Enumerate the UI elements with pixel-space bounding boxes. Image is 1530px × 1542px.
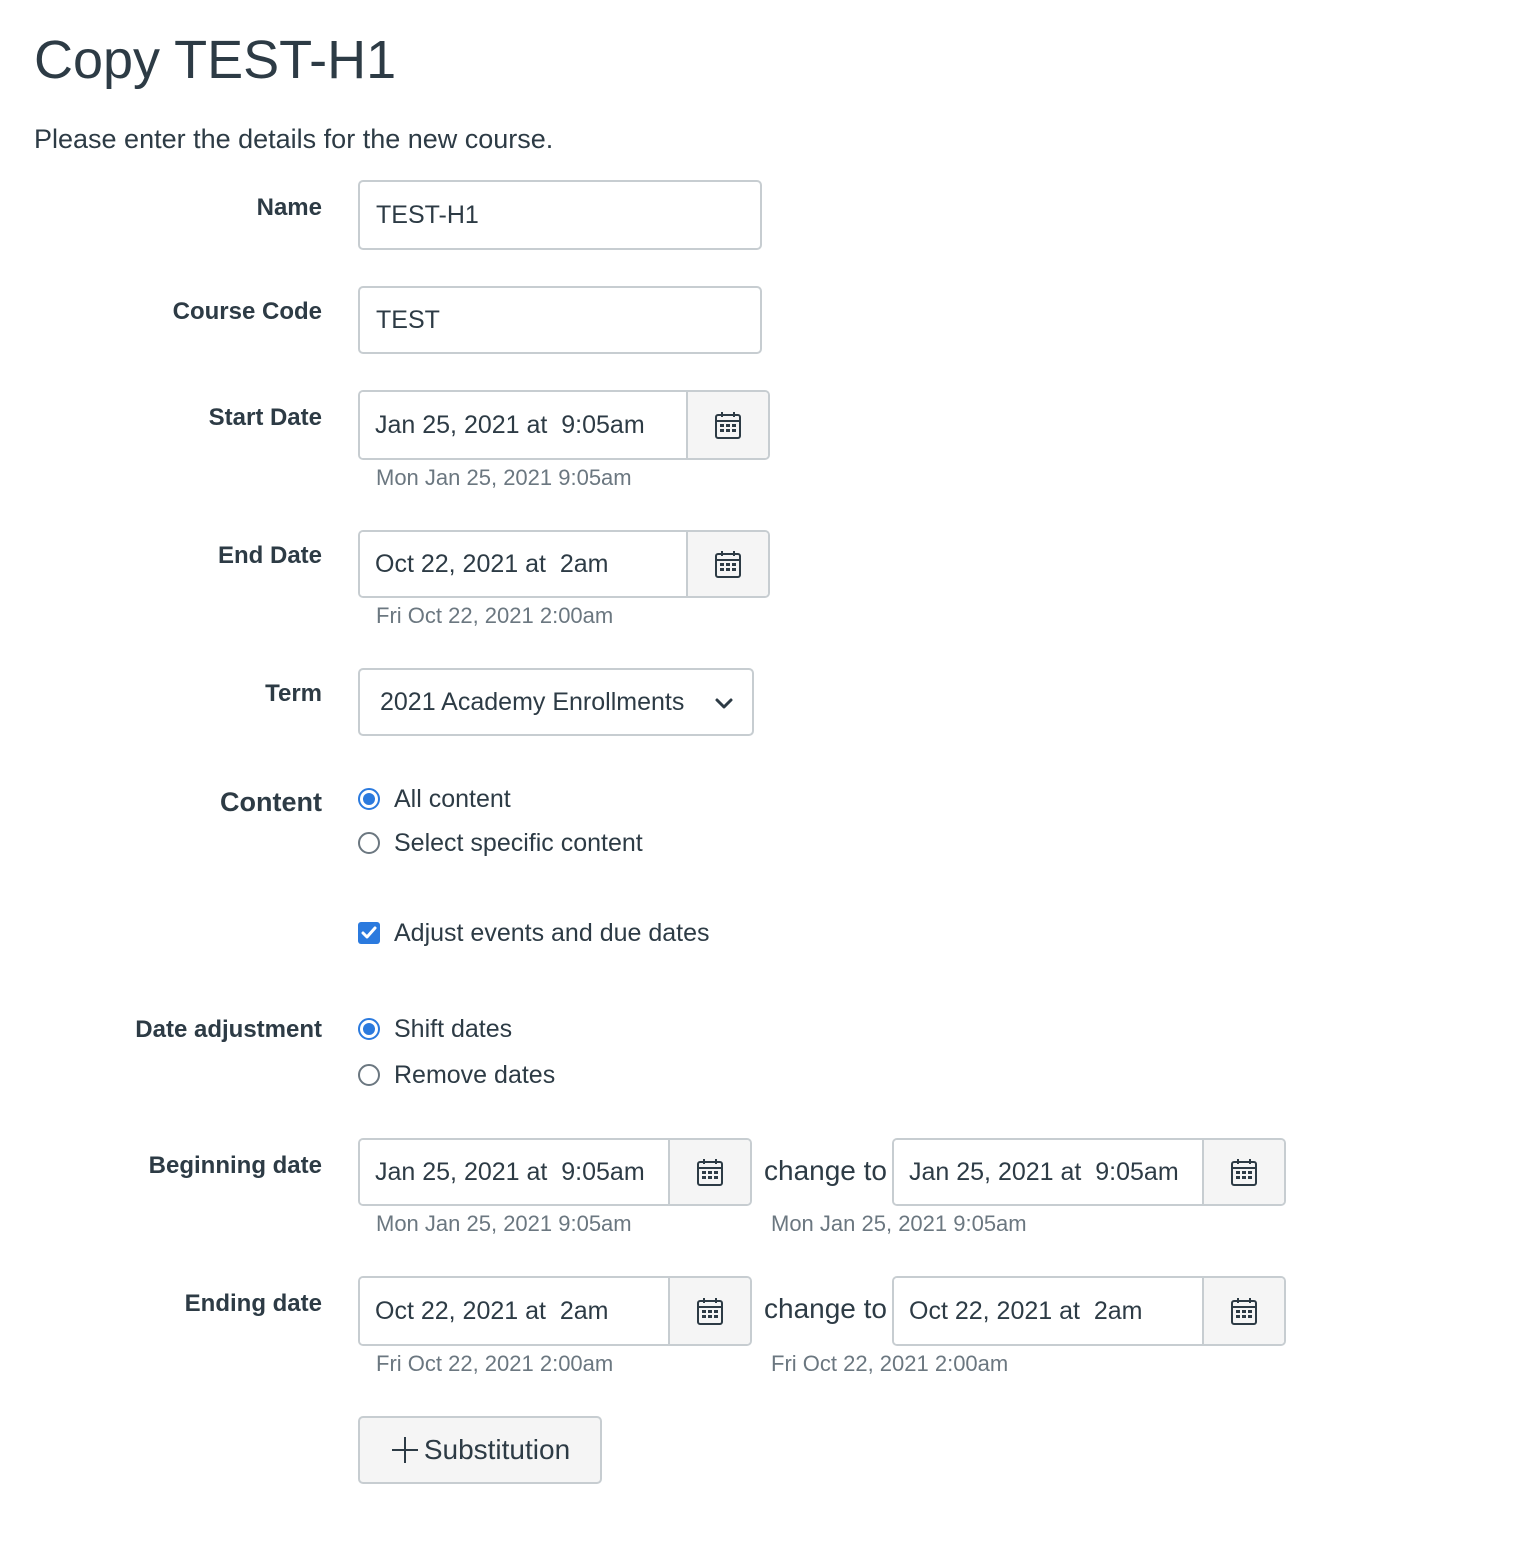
content-option-specific[interactable]: Select specific content [358, 826, 643, 860]
radio-checked[interactable] [358, 788, 380, 810]
start-date-hint: Mon Jan 25, 2021 9:05am [376, 465, 632, 490]
beginning-date-to-picker [892, 1138, 1286, 1206]
beginning-date-to-calendar-button[interactable] [1202, 1140, 1284, 1204]
date-adjustment-option-shift[interactable]: Shift dates [358, 1012, 512, 1046]
term-label: Term [265, 680, 322, 707]
content-option-specific-label: Select specific content [394, 828, 643, 857]
checkmark-icon [361, 926, 377, 939]
ending-date-from-picker [358, 1276, 752, 1346]
start-date-input[interactable] [360, 392, 686, 458]
page-intro: Please enter the details for the new cou… [34, 124, 554, 154]
name-input[interactable] [358, 180, 762, 250]
beginning-change-to-label: change to [764, 1155, 887, 1186]
calendar-icon [715, 412, 741, 439]
ending-change-to-label: change to [764, 1293, 887, 1324]
page-title: Copy TEST-H1 [34, 30, 397, 90]
calendar-icon [1231, 1159, 1257, 1186]
calendar-icon [697, 1298, 723, 1325]
beginning-date-from-hint: Mon Jan 25, 2021 9:05am [376, 1211, 632, 1236]
start-date-picker [358, 390, 770, 460]
beginning-date-label: Beginning date [148, 1152, 322, 1179]
calendar-icon [697, 1159, 723, 1186]
ending-date-to-calendar-button[interactable] [1202, 1278, 1284, 1344]
beginning-date-from-picker [358, 1138, 752, 1206]
adjust-dates-checkbox-row[interactable]: Adjust events and due dates [358, 916, 710, 950]
ending-date-from-input[interactable] [360, 1278, 668, 1344]
end-date-calendar-button[interactable] [686, 532, 768, 596]
course-code-input[interactable] [358, 286, 762, 354]
content-option-all[interactable]: All content [358, 782, 511, 816]
ending-date-to-input[interactable] [894, 1278, 1202, 1344]
radio-unchecked[interactable] [358, 1064, 380, 1086]
content-label: Content [220, 787, 322, 817]
beginning-date-to-input[interactable] [894, 1140, 1202, 1204]
date-adjustment-label: Date adjustment [135, 1016, 322, 1043]
start-date-label: Start Date [208, 404, 322, 431]
add-substitution-button[interactable]: Substitution [358, 1416, 602, 1484]
adjust-dates-label: Adjust events and due dates [394, 918, 710, 947]
start-date-calendar-button[interactable] [686, 392, 768, 458]
content-option-all-label: All content [394, 784, 511, 813]
calendar-icon [715, 551, 741, 578]
radio-checked[interactable] [358, 1018, 380, 1040]
end-date-label: End Date [217, 542, 322, 569]
shift-dates-label: Shift dates [394, 1014, 513, 1043]
end-date-hint: Fri Oct 22, 2021 2:00am [376, 603, 614, 628]
beginning-date-from-input[interactable] [360, 1140, 668, 1204]
end-date-input[interactable] [360, 532, 686, 596]
ending-date-to-hint: Fri Oct 22, 2021 2:00am [771, 1351, 1009, 1376]
beginning-date-to-hint: Mon Jan 25, 2021 9:05am [771, 1211, 1027, 1236]
adjust-dates-checkbox[interactable] [358, 922, 380, 944]
date-adjustment-option-remove[interactable]: Remove dates [358, 1058, 555, 1092]
beginning-date-from-calendar-button[interactable] [668, 1140, 750, 1204]
term-select[interactable]: 2021 Academy Enrollments [358, 668, 754, 736]
term-selected-value: 2021 Academy Enrollments [380, 687, 685, 716]
ending-date-from-calendar-button[interactable] [668, 1278, 750, 1344]
substitution-button-label: Substitution [423, 1434, 571, 1465]
ending-date-from-hint: Fri Oct 22, 2021 2:00am [376, 1351, 614, 1376]
ending-date-label: Ending date [184, 1290, 322, 1317]
remove-dates-label: Remove dates [394, 1060, 556, 1089]
chevron-down-icon [714, 688, 734, 717]
calendar-icon [1231, 1298, 1257, 1325]
name-label: Name [256, 194, 322, 221]
course-code-label: Course Code [172, 298, 322, 325]
radio-unchecked[interactable] [358, 832, 380, 854]
ending-date-to-picker [892, 1276, 1286, 1346]
plus-icon [390, 1435, 420, 1465]
end-date-picker [358, 530, 770, 598]
